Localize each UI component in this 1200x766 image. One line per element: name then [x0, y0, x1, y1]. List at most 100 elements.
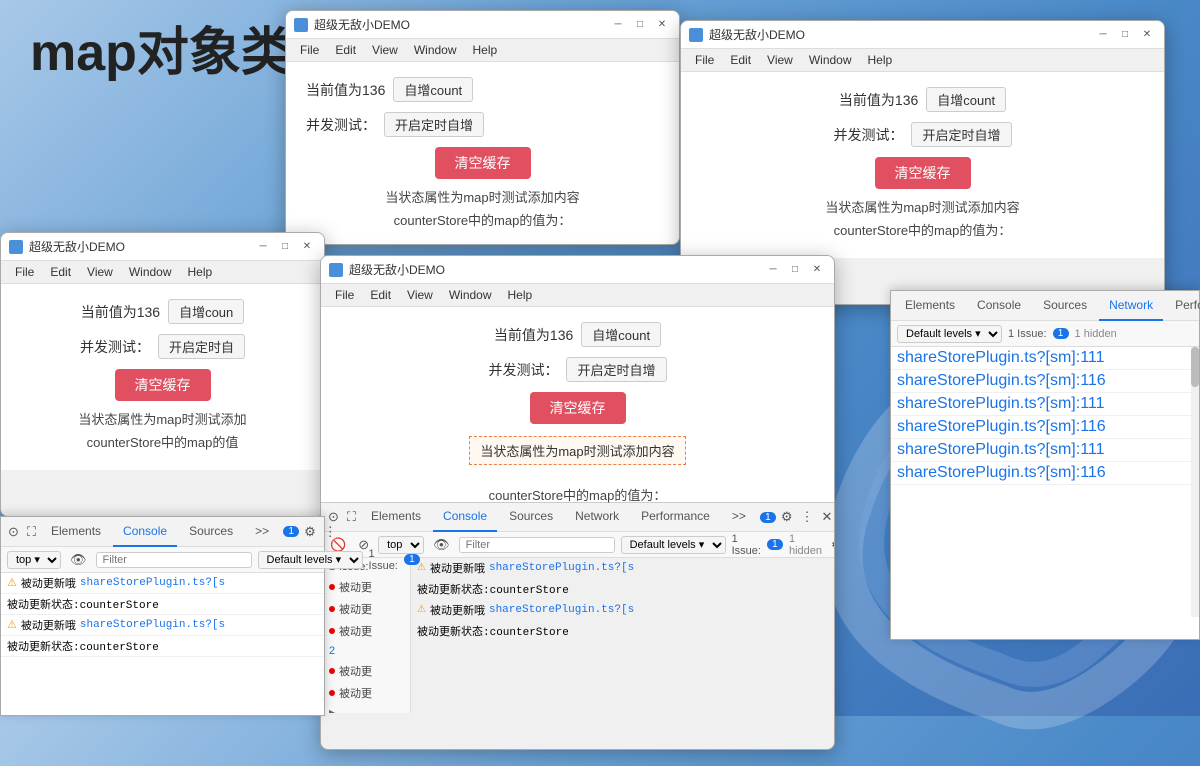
titlebar-left-1: 超级无敌小DEMO — [294, 16, 410, 33]
more-btn-left[interactable]: ⋮ — [321, 524, 340, 540]
close-btn-2[interactable]: ✕ — [1138, 26, 1156, 44]
menu-view-1[interactable]: View — [364, 41, 406, 59]
minimize-btn-4[interactable]: ─ — [764, 261, 782, 279]
tab-sources-right[interactable]: Sources — [1033, 291, 1097, 321]
menu-file-3[interactable]: File — [7, 263, 42, 281]
menu-window-2[interactable]: Window — [801, 51, 860, 69]
self-increment-btn-4[interactable]: 自增count — [581, 322, 661, 347]
minimize-btn-3[interactable]: ─ — [254, 238, 272, 256]
console-link-1[interactable]: shareStorePlugin.ts?[s — [489, 562, 634, 574]
sidebar-item-1: 被动更 — [321, 576, 410, 598]
levels-select-right[interactable]: Default levels ▾ — [897, 325, 1002, 343]
expand-arrow-icon[interactable]: ▶ — [329, 707, 341, 713]
devtools-tab-network[interactable]: Network — [565, 502, 629, 532]
tab-more-left[interactable]: >> — [245, 517, 279, 547]
log-link-6[interactable]: shareStorePlugin.ts?[sm]:116 — [897, 464, 1106, 482]
self-increment-btn-1[interactable]: 自增count — [393, 77, 473, 102]
menu-file-4[interactable]: File — [327, 286, 362, 304]
devtools-settings-btn-4[interactable]: ⚙ — [778, 509, 796, 525]
menu-edit-1[interactable]: Edit — [327, 41, 364, 59]
log-link-2[interactable]: shareStorePlugin.ts?[sm]:116 — [897, 372, 1106, 390]
link-l2[interactable]: shareStorePlugin.ts?[s — [80, 619, 225, 631]
tab-elements-left[interactable]: Elements — [41, 517, 111, 547]
devtools-tab-performance[interactable]: Performance — [631, 502, 720, 532]
devtools-more-btn-4[interactable]: ⋮ — [798, 509, 817, 525]
menu-file-2[interactable]: File — [687, 51, 722, 69]
maximize-btn-3[interactable]: □ — [276, 238, 294, 256]
clear-cache-btn-4[interactable]: 清空缓存 — [530, 392, 626, 424]
tab-network-right[interactable]: Network — [1099, 291, 1163, 321]
start-timer-btn-3[interactable]: 开启定时自 — [158, 334, 245, 359]
self-increment-btn-3[interactable]: 自增coun — [168, 299, 244, 324]
close-btn-4[interactable]: ✕ — [808, 261, 826, 279]
eye-btn-left[interactable]: 👁 — [67, 552, 90, 568]
start-timer-btn-4[interactable]: 开启定时自增 — [566, 357, 666, 382]
devtools-tab-sources[interactable]: Sources — [499, 502, 563, 532]
menu-window-3[interactable]: Window — [121, 263, 180, 281]
log-link-5[interactable]: shareStorePlugin.ts?[sm]:111 — [897, 441, 1105, 459]
log-link-3[interactable]: shareStorePlugin.ts?[sm]:111 — [897, 395, 1105, 413]
dot-icon-2 — [329, 606, 335, 612]
menu-view-4[interactable]: View — [399, 286, 441, 304]
window-title-1: 超级无敌小DEMO — [314, 16, 410, 33]
start-timer-btn-2[interactable]: 开启定时自增 — [911, 122, 1011, 147]
devtools-close-btn-4[interactable]: ✕ — [819, 509, 836, 525]
inspect-btn-left[interactable]: ⊙ — [5, 524, 22, 540]
menu-edit-3[interactable]: Edit — [42, 263, 79, 281]
tab-console-left[interactable]: Console — [113, 517, 177, 547]
menu-edit-4[interactable]: Edit — [362, 286, 399, 304]
filter-input-left[interactable] — [96, 552, 252, 568]
console-msg-3: 被动更新哦 — [430, 602, 485, 618]
minimize-btn-1[interactable]: ─ — [609, 16, 627, 34]
self-increment-btn-2[interactable]: 自增count — [926, 87, 1006, 112]
close-btn-1[interactable]: ✕ — [653, 16, 671, 34]
levels-select-left[interactable]: Default levels ▾ — [258, 551, 363, 569]
menu-help-1[interactable]: Help — [465, 41, 506, 59]
link-l1[interactable]: shareStorePlugin.ts?[s — [80, 577, 225, 589]
settings-btn-left[interactable]: ⚙ — [301, 524, 319, 540]
menu-view-3[interactable]: View — [79, 263, 121, 281]
log-link-1[interactable]: shareStorePlugin.ts?[sm]:111 — [897, 349, 1105, 367]
devtools-tab-console[interactable]: Console — [433, 502, 497, 532]
minimize-btn-2[interactable]: ─ — [1094, 26, 1112, 44]
tab-elements-right[interactable]: Elements — [895, 291, 965, 321]
clear-cache-btn-2[interactable]: 清空缓存 — [875, 157, 971, 189]
right-log-content: shareStorePlugin.ts?[sm]:111 shareStoreP… — [891, 347, 1199, 617]
titlebar-1: 超级无敌小DEMO ─ □ ✕ — [286, 11, 679, 39]
top-select-left[interactable]: top ▾ — [7, 551, 61, 569]
settings-gear-btn[interactable]: ⚙ — [828, 537, 835, 553]
warn-icon-2: ⚠ — [417, 604, 426, 616]
menu-window-1[interactable]: Window — [406, 41, 465, 59]
menu-help-2[interactable]: Help — [860, 51, 901, 69]
filter-input[interactable] — [459, 537, 615, 553]
menu-help-4[interactable]: Help — [500, 286, 541, 304]
devtools-tab-more[interactable]: >> — [722, 502, 756, 532]
tab-sources-left[interactable]: Sources — [179, 517, 243, 547]
scrollbar-thumb[interactable] — [1191, 347, 1199, 387]
devtools-cursor-btn[interactable]: ⛶ — [344, 509, 359, 525]
tab-performance-right[interactable]: Performance — [1165, 291, 1200, 321]
levels-select[interactable]: Default levels ▾ — [621, 536, 726, 554]
console-link-2[interactable]: shareStorePlugin.ts?[s — [489, 604, 634, 616]
maximize-btn-4[interactable]: □ — [786, 261, 804, 279]
menu-edit-2[interactable]: Edit — [722, 51, 759, 69]
devtools-left-panel: ⊙ ⛶ Elements Console Sources >> 1 ⚙ ⋮ to… — [0, 516, 325, 716]
menu-help-3[interactable]: Help — [180, 263, 221, 281]
log-link-4[interactable]: shareStorePlugin.ts?[sm]:116 — [897, 418, 1106, 436]
cursor-btn-left[interactable]: ⛶ — [24, 524, 39, 540]
devtools-tab-elements[interactable]: Elements — [361, 502, 431, 532]
maximize-btn-2[interactable]: □ — [1116, 26, 1134, 44]
eye-btn[interactable]: 👁 — [430, 537, 453, 553]
menu-window-4[interactable]: Window — [441, 286, 500, 304]
sidebar-list-4: 1 Issue: 被动更 被动更 被动更 2 被动更 — [321, 558, 411, 713]
menu-file-1[interactable]: File — [292, 41, 327, 59]
start-timer-btn-1[interactable]: 开启定时自增 — [384, 112, 484, 137]
close-btn-3[interactable]: ✕ — [298, 238, 316, 256]
clear-cache-btn-3[interactable]: 清空缓存 — [115, 369, 211, 401]
maximize-btn-1[interactable]: □ — [631, 16, 649, 34]
map-hint-4[interactable]: 当状态属性为map时测试添加内容 — [469, 436, 685, 465]
clear-cache-btn-1[interactable]: 清空缓存 — [435, 147, 531, 179]
menu-view-2[interactable]: View — [759, 51, 801, 69]
tab-console-right[interactable]: Console — [967, 291, 1031, 321]
scrollbar-track — [1191, 347, 1199, 617]
